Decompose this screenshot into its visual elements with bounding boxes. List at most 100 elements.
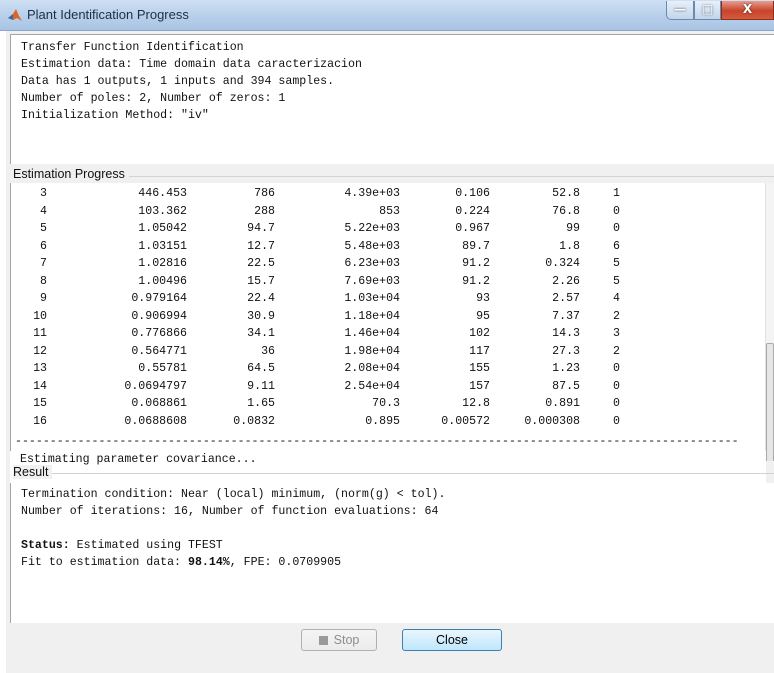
table-cell: 103.362	[138, 204, 187, 218]
close-button-label: Close	[436, 633, 468, 647]
status-prefix: Status:	[21, 539, 70, 552]
table-cell: 6	[40, 239, 47, 253]
table-cell: 5	[40, 222, 47, 235]
table-cell: 93	[476, 292, 490, 305]
table-cell: 3	[40, 187, 47, 200]
window-title: Plant Identification Progress	[27, 7, 189, 22]
stop-button-label: Stop	[333, 633, 360, 647]
minimize-button[interactable]: —	[666, 1, 694, 20]
scrollbar-thumb[interactable]	[766, 343, 774, 461]
table-cell: 70.3	[372, 397, 400, 410]
table-cell: 0.967	[455, 222, 490, 235]
table-cell: 0.0832	[233, 414, 275, 428]
table-cell: 2	[613, 344, 620, 358]
table-cell: 0.0688608	[124, 414, 187, 428]
table-cell: 0.895	[365, 414, 400, 428]
table-cell: 14.3	[552, 327, 580, 340]
fit-value: 98.14%	[187, 556, 230, 569]
table-cell: 1.02816	[138, 257, 187, 270]
table-cell: 1.18e+04	[344, 309, 400, 323]
table-cell: 91.2	[462, 274, 490, 288]
table-cell: 6.23e+03	[344, 257, 400, 270]
separator-line: ----------------------------------------…	[15, 435, 739, 448]
table-cell: 30.9	[247, 309, 275, 323]
table-cell: 5	[613, 257, 620, 270]
table-cell: 0	[613, 362, 620, 375]
table-cell: 34.1	[247, 327, 275, 340]
table-cell: 11	[33, 327, 47, 340]
table-cell: 1.03e+04	[344, 292, 400, 305]
table-cell: 13	[33, 362, 47, 375]
table-cell: 7.69e+03	[344, 274, 400, 288]
table-cell: 0.000308	[524, 414, 580, 428]
table-cell: 10	[33, 309, 47, 323]
estimation-progress-label: Estimation Progress	[13, 167, 129, 181]
header-line: Transfer Function Identification	[21, 41, 244, 54]
table-cell: 4	[40, 204, 47, 218]
table-cell: 0	[613, 379, 620, 393]
window-close-button[interactable]: X	[721, 1, 774, 20]
table-cell: 6	[613, 239, 620, 253]
table-cell: 0.55781	[138, 362, 187, 375]
table-cell: 95	[476, 309, 490, 323]
section-divider	[46, 473, 774, 474]
table-cell: 0.324	[545, 257, 580, 270]
table-cell: 4.39e+03	[344, 187, 400, 200]
table-cell: 5	[613, 274, 620, 288]
table-cell: 0.224	[455, 204, 490, 218]
termination-line: Termination condition: Near (local) mini…	[21, 488, 446, 501]
table-cell: 0.068861	[131, 397, 187, 410]
table-cell: 157	[469, 379, 490, 393]
status-line: Status: Estimated using TFEST	[21, 537, 774, 554]
table-cell: 446.453	[138, 187, 187, 200]
header-line: Estimation data: Time domain data caract…	[21, 58, 362, 71]
table-cell: 12	[33, 344, 47, 358]
table-cell: 1.03151	[138, 239, 187, 253]
table-cell: 0	[613, 414, 620, 428]
table-cell: 102	[469, 327, 490, 340]
table-cell: 0.564771	[131, 344, 187, 358]
table-cell: 16	[33, 414, 47, 428]
table-cell: 1.8	[559, 239, 580, 253]
iterations-line: Number of iterations: 16, Number of func…	[21, 505, 439, 518]
maximize-button[interactable]: □	[694, 1, 721, 20]
table-cell: 155	[469, 362, 490, 375]
table-cell: 64.5	[247, 362, 275, 375]
table-cell: 7.37	[552, 309, 580, 323]
table-cell: 0	[613, 222, 620, 235]
table-cell: 2.57	[552, 292, 580, 305]
table-cell: 87.5	[552, 379, 580, 393]
table-cell: 99	[566, 222, 580, 235]
table-cell: 8	[40, 274, 47, 288]
table-cell: 12.8	[462, 397, 490, 410]
section-divider	[96, 176, 774, 177]
covariance-status-line: Estimating parameter covariance...	[20, 453, 257, 466]
fpe-value: , FPE: 0.0709905	[229, 556, 342, 569]
status-value: Estimated using TFEST	[69, 539, 223, 552]
minimize-icon: —	[674, 2, 686, 16]
table-cell: 0.906994	[131, 309, 187, 323]
table-cell: 117	[469, 344, 490, 358]
table-cell: 27.3	[552, 344, 580, 358]
table-cell: 0.00572	[441, 414, 490, 428]
stop-button[interactable]: Stop	[301, 629, 377, 651]
progress-scrollbar[interactable]	[765, 183, 774, 461]
result-panel: Termination condition: Near (local) mini…	[10, 483, 774, 623]
table-cell: 1.23	[552, 362, 580, 375]
table-cell: 0.106	[455, 187, 490, 200]
table-cell: 786	[254, 187, 275, 200]
table-cell: 52.8	[552, 187, 580, 200]
table-cell: 0.776866	[131, 327, 187, 340]
header-line: Data has 1 outputs, 1 inputs and 394 sam…	[21, 75, 335, 88]
fit-line: Fit to estimation data: 98.14%, FPE: 0.0…	[21, 554, 774, 571]
table-cell: 0.0694797	[124, 379, 187, 393]
table-cell: 0	[613, 204, 620, 218]
close-button[interactable]: Close	[402, 629, 502, 651]
table-cell: 1.46e+04	[344, 327, 400, 340]
table-cell: 2.54e+04	[344, 379, 400, 393]
table-cell: 1.00496	[138, 274, 187, 288]
matlab-logo-icon	[8, 9, 22, 21]
table-cell: 7	[40, 257, 47, 270]
table-cell: 15	[33, 397, 47, 410]
table-cell: 288	[254, 204, 275, 218]
